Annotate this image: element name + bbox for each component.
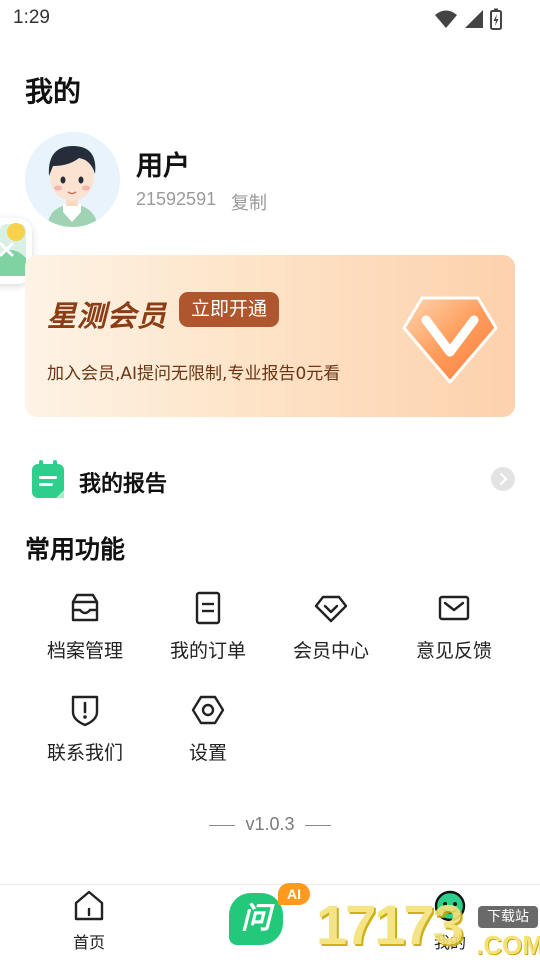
func-label: 会员中心 xyxy=(292,640,369,662)
home-icon xyxy=(74,890,104,921)
my-report-label: 我的报告 xyxy=(79,472,168,497)
battery-icon xyxy=(490,8,502,30)
common-functions-title: 常用功能 xyxy=(25,535,126,564)
envelope-icon xyxy=(438,595,470,621)
profile-section: 用户 21592591 复制 xyxy=(25,132,505,228)
func-label: 档案管理 xyxy=(46,640,123,662)
vip-card[interactable]: 星测会员 立即开通 加入会员,AI提问无限制,专业报告0元看 xyxy=(25,255,515,417)
report-icon xyxy=(32,460,64,498)
page-title: 我的 xyxy=(25,75,82,108)
shield-alert-icon xyxy=(71,695,99,727)
vip-diamond-icon xyxy=(402,296,498,384)
app-version: v1.0.3 xyxy=(0,814,540,835)
func-label: 联系我们 xyxy=(46,742,123,764)
func-label: 我的订单 xyxy=(169,640,246,662)
watermark-17173: 17173 下载站 .COM xyxy=(316,892,540,960)
func-settings[interactable]: 设置 xyxy=(148,692,268,782)
settings-icon xyxy=(191,695,225,725)
avatar[interactable] xyxy=(25,132,120,227)
tab-home[interactable]: 首页 xyxy=(44,889,134,953)
my-report-row[interactable]: 我的报告 xyxy=(25,457,515,503)
func-label: 意见反馈 xyxy=(415,640,492,662)
vip-title: 星测会员 xyxy=(47,299,168,333)
watermark-number: 17173 xyxy=(316,893,464,956)
watermark-domain: .COM xyxy=(476,930,540,960)
inbox-icon xyxy=(71,593,99,622)
watermark-site: 下载站 xyxy=(478,906,538,928)
document-icon xyxy=(195,591,221,625)
tab-home-label: 首页 xyxy=(72,933,105,952)
tab-ai-ask[interactable]: 问 AI xyxy=(225,881,315,951)
func-member-center[interactable]: 会员中心 xyxy=(271,590,391,680)
avatar-illustration xyxy=(25,132,120,227)
ai-ask-icon: 问 xyxy=(229,893,283,945)
username: 用户 xyxy=(136,151,190,182)
signal-icon xyxy=(465,10,483,28)
status-bar: 1:29 xyxy=(0,0,540,38)
func-my-orders[interactable]: 我的订单 xyxy=(148,590,268,680)
app-version-text: v1.0.3 xyxy=(245,814,295,834)
ai-badge: AI xyxy=(278,883,310,905)
vip-open-button[interactable]: 立即开通 xyxy=(179,292,280,327)
vip-description: 加入会员,AI提问无限制,专业报告0元看 xyxy=(47,364,341,384)
user-id: 21592591 xyxy=(136,189,217,209)
copy-id-button[interactable]: 复制 xyxy=(231,189,267,215)
func-feedback[interactable]: 意见反馈 xyxy=(394,590,514,680)
func-contact-us[interactable]: 联系我们 xyxy=(25,692,145,782)
func-archive-management[interactable]: 档案管理 xyxy=(25,590,145,680)
status-icons xyxy=(434,8,502,30)
chevron-right-icon xyxy=(491,467,515,491)
func-label: 设置 xyxy=(188,742,227,764)
diamond-icon xyxy=(314,595,348,623)
wifi-icon xyxy=(435,10,457,28)
status-time: 1:29 xyxy=(13,7,50,28)
